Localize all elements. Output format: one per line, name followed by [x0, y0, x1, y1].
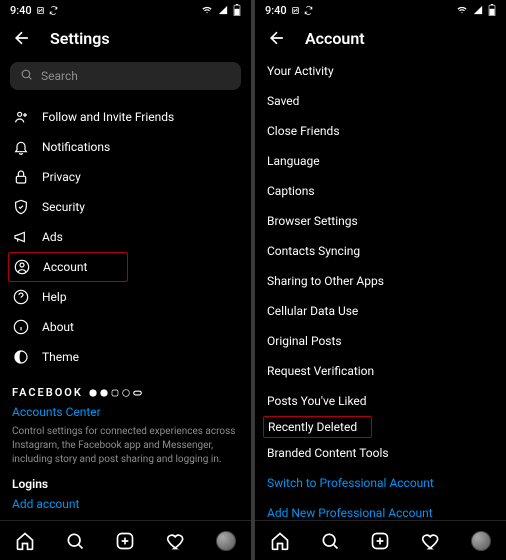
account-item[interactable]: Original Posts: [267, 326, 494, 356]
account-item[interactable]: Branded Content Tools: [267, 438, 494, 468]
menu-label: Help: [42, 290, 67, 304]
info-icon: [12, 319, 30, 335]
menu-item-privacy[interactable]: Privacy: [12, 162, 239, 192]
menu-item-theme[interactable]: Theme: [12, 342, 239, 372]
profile-icon[interactable]: [215, 530, 237, 552]
search-icon: [20, 68, 33, 84]
add-icon[interactable]: [114, 530, 136, 552]
account-item[interactable]: Contacts Syncing: [267, 236, 494, 266]
megaphone-icon: [12, 229, 30, 245]
facebook-section: FACEBOOK: [12, 386, 239, 399]
account-item[interactable]: Captions: [267, 176, 494, 206]
avatar: [216, 531, 236, 551]
signal-icon: [217, 5, 229, 15]
accounts-center-link[interactable]: Accounts Center: [12, 405, 239, 419]
add-icon[interactable]: [369, 530, 391, 552]
header: Settings: [0, 20, 251, 56]
search-icon[interactable]: [64, 530, 86, 552]
menu-label: Security: [42, 200, 85, 214]
facebook-icon: [89, 389, 97, 397]
sync-icon: [49, 6, 58, 15]
account-item[interactable]: Close Friends: [267, 116, 494, 146]
heart-icon[interactable]: [420, 530, 442, 552]
whatsapp-icon: [122, 389, 130, 397]
account-screen: 9:40 Account Your ActivitySavedClose Fri…: [255, 0, 506, 560]
profile-icon[interactable]: [470, 530, 492, 552]
oculus-icon: [133, 389, 142, 397]
bottom-nav: [0, 520, 251, 560]
heart-icon[interactable]: [165, 530, 187, 552]
wifi-icon: [201, 5, 213, 15]
wifi-icon: [456, 5, 468, 15]
nfc-icon: [36, 6, 45, 15]
account-item[interactable]: Saved: [267, 86, 494, 116]
search-icon[interactable]: [319, 530, 341, 552]
follow-invite-icon: [12, 109, 30, 125]
settings-menu: Follow and Invite Friends Notifications …: [0, 102, 251, 372]
account-item[interactable]: Recently Deleted: [263, 416, 372, 438]
menu-label: About: [42, 320, 74, 334]
status-bar: 9:40: [0, 0, 251, 20]
search-input[interactable]: Search: [10, 62, 241, 90]
facebook-label: FACEBOOK: [12, 386, 83, 399]
help-icon: [12, 289, 30, 305]
back-icon[interactable]: [267, 28, 287, 48]
account-item[interactable]: Posts You've Liked: [267, 386, 494, 416]
status-bar: 9:40: [255, 0, 506, 20]
avatar: [471, 531, 491, 551]
switch-professional-link[interactable]: Switch to Professional Account: [267, 468, 494, 498]
menu-item-follow-invite[interactable]: Follow and Invite Friends: [12, 102, 239, 132]
battery-icon: [233, 4, 241, 16]
menu-label: Follow and Invite Friends: [42, 110, 174, 124]
header: Account: [255, 20, 506, 56]
home-icon[interactable]: [269, 530, 291, 552]
back-icon[interactable]: [12, 28, 32, 48]
account-item[interactable]: Sharing to Other Apps: [267, 266, 494, 296]
nfc-icon: [291, 6, 300, 15]
theme-icon: [12, 349, 30, 365]
lock-icon: [12, 169, 30, 185]
bottom-nav: [255, 520, 506, 560]
menu-label: Ads: [42, 230, 63, 244]
add-account-link[interactable]: Add account: [12, 497, 239, 511]
signal-icon: [472, 5, 484, 15]
menu-item-notifications[interactable]: Notifications: [12, 132, 239, 162]
account-icon: [13, 259, 31, 275]
sync-icon: [304, 6, 313, 15]
menu-item-ads[interactable]: Ads: [12, 222, 239, 252]
messenger-icon: [100, 389, 108, 397]
account-menu: Your ActivitySavedClose FriendsLanguageC…: [255, 56, 506, 528]
bell-icon: [12, 139, 30, 155]
facebook-product-icons: [89, 389, 142, 397]
menu-item-security[interactable]: Security: [12, 192, 239, 222]
account-item[interactable]: Browser Settings: [267, 206, 494, 236]
menu-item-about[interactable]: About: [12, 312, 239, 342]
search-placeholder: Search: [41, 69, 231, 83]
menu-item-help[interactable]: Help: [12, 282, 239, 312]
shield-icon: [12, 199, 30, 215]
menu-item-account[interactable]: Account: [8, 252, 128, 282]
page-title: Account: [305, 29, 365, 48]
menu-label: Theme: [42, 350, 79, 364]
home-icon[interactable]: [14, 530, 36, 552]
battery-icon: [488, 4, 496, 16]
account-item[interactable]: Your Activity: [267, 56, 494, 86]
account-item[interactable]: Language: [267, 146, 494, 176]
page-title: Settings: [50, 29, 110, 48]
menu-label: Privacy: [42, 170, 81, 184]
accounts-center-desc: Control settings for connected experienc…: [12, 425, 239, 467]
account-item[interactable]: Cellular Data Use: [267, 296, 494, 326]
status-time: 9:40: [265, 4, 287, 17]
menu-label: Notifications: [42, 140, 110, 154]
status-time: 9:40: [10, 4, 32, 17]
logins-label: Logins: [12, 477, 239, 491]
menu-label: Account: [43, 260, 87, 274]
settings-screen: 9:40 Settings Search Follow and Invite F…: [0, 0, 251, 560]
account-item[interactable]: Request Verification: [267, 356, 494, 386]
instagram-icon: [111, 389, 119, 397]
